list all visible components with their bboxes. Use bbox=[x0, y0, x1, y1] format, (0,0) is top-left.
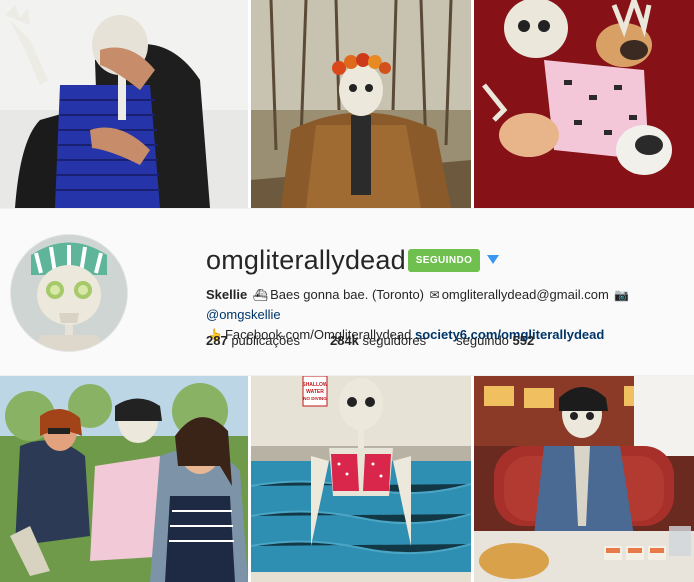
camera-icon: 📷 bbox=[614, 288, 630, 302]
photo-skeleton-kittens[interactable] bbox=[474, 0, 694, 208]
pool-sign-line3: NO DIVING bbox=[303, 396, 327, 401]
followers-stat[interactable]: 284k seguidores bbox=[330, 333, 426, 348]
photo-grid-top-row bbox=[0, 0, 694, 208]
followers-count: 284k bbox=[329, 333, 359, 348]
posts-stat: 287 publicações bbox=[206, 333, 300, 348]
envelope-icon: ✉ bbox=[429, 288, 440, 302]
pool-sign-line2: WATER bbox=[306, 389, 324, 395]
pool-sign-line1: SHALLOW bbox=[302, 382, 328, 388]
following-stat[interactable]: seguindo 552 bbox=[456, 333, 534, 348]
following-button[interactable]: SEGUINDO bbox=[408, 249, 480, 272]
posts-label: publicações bbox=[231, 333, 300, 348]
bio-text: Baes gonna bae. (Toronto) bbox=[270, 287, 424, 302]
photo-grid-bottom-row: SHALLOW WATER NO DIVING bbox=[0, 376, 694, 582]
following-label: seguindo bbox=[456, 333, 509, 348]
profile-stats: 287 publicações 284k seguidores seguindo… bbox=[206, 333, 564, 348]
ship-icon: ⛴ bbox=[252, 288, 269, 302]
photo-skeleton-picnic[interactable] bbox=[0, 376, 248, 582]
profile-avatar[interactable] bbox=[10, 234, 128, 352]
following-count: 552 bbox=[512, 333, 535, 348]
photo-skeleton-sushi[interactable] bbox=[474, 376, 694, 582]
posts-count: 287 bbox=[206, 333, 228, 348]
bio-name: Skellie bbox=[206, 287, 248, 302]
chevron-down-icon[interactable] bbox=[487, 255, 499, 264]
photo-skeleton-hug[interactable] bbox=[0, 0, 248, 208]
photo-skeleton-pool[interactable]: SHALLOW WATER NO DIVING bbox=[251, 376, 471, 582]
photo-skeleton-forest[interactable] bbox=[251, 0, 471, 208]
bio-email: omgliterallydead@gmail.com bbox=[441, 287, 609, 302]
profile-header: omgliterallydead SEGUINDO Skellie ⛴ Baes … bbox=[0, 208, 694, 376]
bio-mention-link[interactable]: @omgskellie bbox=[206, 307, 281, 322]
followers-label: seguidores bbox=[362, 333, 427, 348]
profile-username: omgliterallydead bbox=[206, 245, 406, 275]
